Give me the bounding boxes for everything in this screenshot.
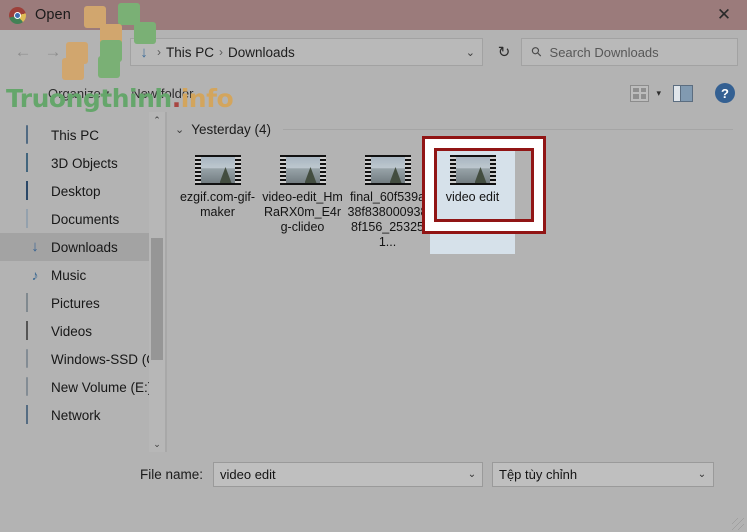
view-options-icon[interactable] <box>630 84 650 102</box>
file-name-label: ezgif.com-gif-maker <box>179 190 256 219</box>
sidebar-item-windows-ssd[interactable]: Windows-SSD (C <box>0 345 165 373</box>
chrome-icon <box>9 6 26 24</box>
sidebar-item-label: Desktop <box>51 183 101 199</box>
refresh-icon[interactable]: ↻ <box>487 37 521 67</box>
sidebar-item-downloads[interactable]: ↓ Downloads <box>0 233 165 261</box>
pc-icon <box>26 125 44 144</box>
forward-icon[interactable]: → <box>38 37 68 67</box>
file-name-label: video edit <box>445 190 500 204</box>
sidebar-item-label: Network <box>51 407 101 423</box>
filename-label: File name: <box>140 467 204 482</box>
sidebar-item-new-volume[interactable]: New Volume (E:) <box>0 373 165 401</box>
new-folder-button[interactable]: New folder <box>131 86 193 101</box>
resize-grip[interactable] <box>732 518 744 530</box>
sidebar-item-3d-objects[interactable]: 3D Objects <box>0 149 165 177</box>
breadcrumb-item-this-pc[interactable]: This PC <box>166 45 214 60</box>
dialog-footer: File name: ⌄ Tệp tùy chỉnh ⌄ Open Cancel <box>0 452 747 532</box>
breadcrumb-item-downloads[interactable]: Downloads <box>228 45 295 60</box>
preview-pane-icon[interactable] <box>673 84 693 102</box>
search-input[interactable] <box>549 44 737 60</box>
up-icon[interactable]: ↑ <box>98 37 128 67</box>
sidebar-item-label: Documents <box>51 211 120 227</box>
scroll-up-icon[interactable]: ⌃ <box>149 112 165 128</box>
documents-icon <box>26 209 44 228</box>
file-item[interactable]: video-edit_HmRaRX0m_E4rg-clideo <box>260 151 345 254</box>
chevron-down-icon[interactable]: ⌄ <box>175 123 184 136</box>
command-bar: Organize ▾ New folder ▾ ? <box>0 74 747 112</box>
video-thumbnail-icon <box>279 155 326 185</box>
search-icon: ⚲ <box>527 42 546 61</box>
recent-locations-icon[interactable]: › <box>68 37 98 67</box>
chevron-down-icon[interactable]: ⌄ <box>462 469 482 480</box>
network-icon <box>26 405 44 424</box>
dialog-body: This PC 3D Objects Desktop Documents ↓ D… <box>0 112 747 452</box>
downloads-folder-icon: ↓ <box>140 43 148 61</box>
file-item-selected[interactable]: video edit <box>430 151 515 254</box>
breadcrumb-separator: › <box>157 45 161 59</box>
desktop-icon <box>26 181 44 200</box>
breadcrumb[interactable]: ↓ › This PC › Downloads ⌄ <box>130 38 483 66</box>
sidebar-item-music[interactable]: ♪ Music <box>0 261 165 289</box>
filename-combobox[interactable]: ⌄ <box>213 462 483 487</box>
sidebar-item-documents[interactable]: Documents <box>0 205 165 233</box>
video-thumbnail-icon <box>364 155 411 185</box>
sidebar-item-label: Videos <box>51 323 93 339</box>
chevron-down-icon[interactable]: ▾ <box>105 88 110 99</box>
file-name-label: video-edit_HmRaRX0m_E4rg-clideo <box>262 190 343 234</box>
pictures-icon <box>26 293 44 312</box>
sidebar-item-this-pc[interactable]: This PC <box>0 121 165 149</box>
file-item[interactable]: ezgif.com-gif-maker <box>175 151 260 254</box>
search-box[interactable]: ⚲ <box>521 38 738 66</box>
chevron-down-icon[interactable]: ▾ <box>656 88 661 99</box>
window-title: Open <box>35 7 71 23</box>
close-icon[interactable]: ✕ <box>701 0 747 30</box>
drive-icon <box>26 349 44 368</box>
sidebar-item-videos[interactable]: Videos <box>0 317 165 345</box>
filename-row: File name: ⌄ Tệp tùy chỉnh ⌄ <box>140 462 714 487</box>
group-title: Yesterday (4) <box>191 122 272 137</box>
video-thumbnail-icon <box>194 155 241 185</box>
sidebar-item-label: Pictures <box>51 295 100 311</box>
file-list-pane: ⌄ Yesterday (4) ezgif.com-gif-maker vide… <box>167 112 747 452</box>
sidebar-item-label: 3D Objects <box>51 155 118 171</box>
group-divider <box>283 129 733 130</box>
sidebar-item-label: Music <box>51 267 87 283</box>
file-item[interactable]: final_60f539a38f8380009388f156_253251... <box>345 151 430 254</box>
downloads-icon: ↓ <box>31 238 39 255</box>
organize-button[interactable]: Organize <box>48 86 101 101</box>
chevron-down-icon[interactable]: ⌄ <box>466 46 475 59</box>
command-bar-right: ▾ ? <box>630 83 735 103</box>
filetype-combobox[interactable]: Tệp tùy chỉnh ⌄ <box>492 462 714 487</box>
chevron-down-icon[interactable]: ⌄ <box>691 469 713 480</box>
group-header: ⌄ Yesterday (4) <box>175 122 747 137</box>
help-icon[interactable]: ? <box>715 83 735 103</box>
navigation-bar: ← → › ↑ ↓ › This PC › Downloads ⌄ ↻ ⚲ <box>0 30 747 74</box>
file-grid: ezgif.com-gif-maker video-edit_HmRaRX0m_… <box>175 151 747 254</box>
scroll-down-icon[interactable]: ⌄ <box>149 436 165 452</box>
drive-icon <box>26 377 44 396</box>
3d-objects-icon <box>26 153 44 172</box>
title-bar: Open ✕ <box>0 0 747 30</box>
sidebar-scrollbar[interactable]: ⌃ ⌄ <box>149 112 165 452</box>
videos-icon <box>26 321 44 340</box>
filetype-value: Tệp tùy chỉnh <box>499 467 578 482</box>
open-file-dialog: Open ✕ ← → › ↑ ↓ › This PC › Downloads ⌄… <box>0 0 747 532</box>
music-icon: ♪ <box>31 267 39 283</box>
breadcrumb-separator: › <box>219 45 224 59</box>
sidebar-item-label: Downloads <box>51 239 118 255</box>
filename-input[interactable] <box>214 467 462 482</box>
sidebar-item-label: New Volume (E:) <box>51 379 153 395</box>
scrollbar-thumb[interactable] <box>151 238 163 360</box>
sidebar-item-network[interactable]: Network <box>0 401 165 429</box>
file-name-label: final_60f539a38f8380009388f156_253251... <box>347 190 428 249</box>
video-thumbnail-icon <box>449 155 496 185</box>
sidebar-item-pictures[interactable]: Pictures <box>0 289 165 317</box>
back-icon[interactable]: ← <box>8 37 38 67</box>
sidebar-item-label: Windows-SSD (C <box>51 351 157 367</box>
sidebar-item-desktop[interactable]: Desktop <box>0 177 165 205</box>
sidebar-item-label: This PC <box>51 127 100 143</box>
navigation-pane: This PC 3D Objects Desktop Documents ↓ D… <box>0 112 165 452</box>
